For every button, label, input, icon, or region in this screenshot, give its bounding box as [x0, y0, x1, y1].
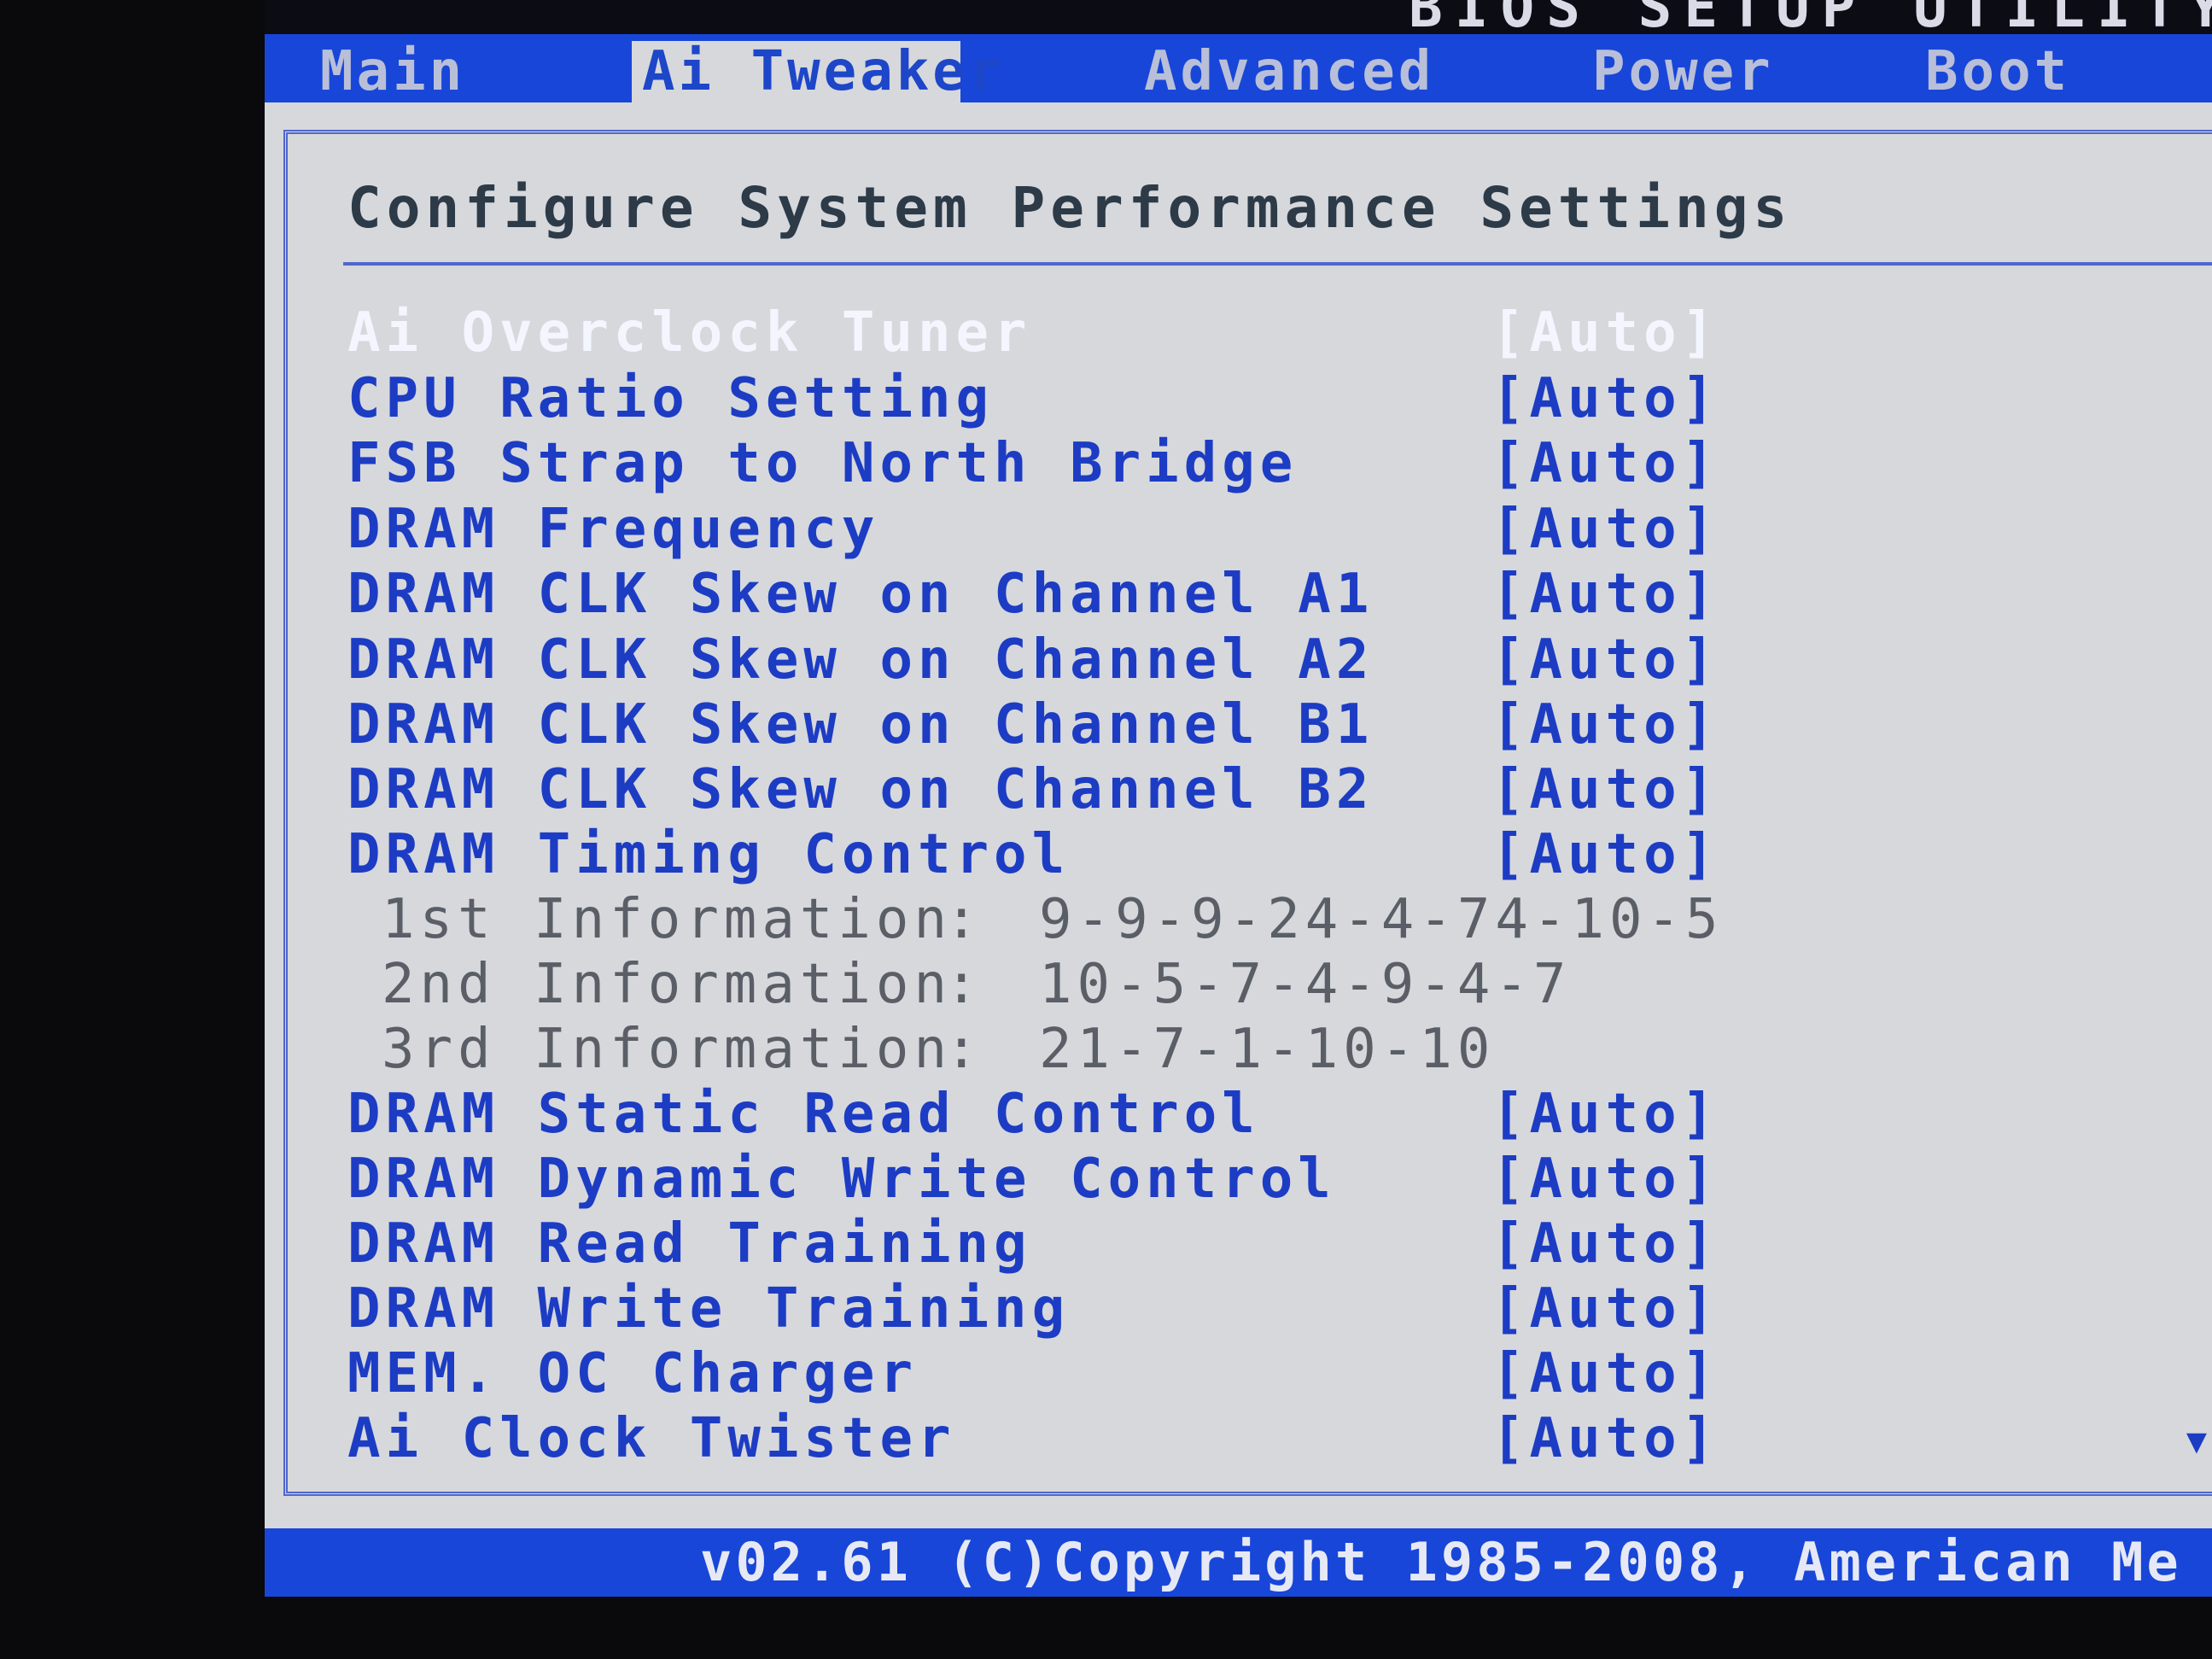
setting-dram-clk-skew-a1[interactable]: DRAM CLK Skew on Channel A1 [Auto]: [347, 562, 1790, 627]
setting-value[interactable]: [Auto]: [1491, 562, 1719, 627]
title-strip: BIOS SETUP UTILITY: [265, 0, 2212, 34]
tab-advanced[interactable]: Advanced: [1144, 41, 1434, 102]
setting-value[interactable]: [Auto]: [1491, 628, 1719, 692]
setting-dram-clk-skew-b2[interactable]: DRAM CLK Skew on Channel B2 [Auto]: [347, 757, 1790, 822]
timing-info-1st: 1st Information : 9-9-9-24-4-74-10-5: [382, 887, 1719, 952]
setting-label: DRAM Read Training: [347, 1212, 1032, 1276]
setting-dram-write-training[interactable]: DRAM Write Training [Auto]: [347, 1276, 1790, 1341]
setting-value[interactable]: [Auto]: [1491, 1341, 1719, 1406]
setting-dram-clk-skew-a2[interactable]: DRAM CLK Skew on Channel A2 [Auto]: [347, 628, 1790, 692]
setting-label: Ai Overclock Tuner: [347, 301, 1032, 365]
setting-fsb-strap[interactable]: FSB Strap to North Bridge [Auto]: [347, 431, 1790, 496]
title-divider: [343, 262, 2212, 266]
setting-value[interactable]: [Auto]: [1491, 1406, 1719, 1471]
setting-label: CPU Ratio Setting: [347, 367, 995, 430]
setting-value[interactable]: [Auto]: [1491, 692, 1719, 757]
setting-label: DRAM Write Training: [347, 1277, 1071, 1341]
info-label: 1st Information: [382, 888, 952, 951]
info-separator: :: [945, 1018, 983, 1081]
setting-label: DRAM Timing Control: [347, 823, 1071, 886]
setting-label: DRAM Dynamic Write Control: [347, 1148, 1336, 1211]
setting-dram-dynamic-write[interactable]: DRAM Dynamic Write Control [Auto]: [347, 1147, 1790, 1212]
info-value: 10-5-7-4-9-4-7: [1039, 953, 1572, 1016]
setting-value[interactable]: [Auto]: [1491, 301, 1719, 365]
setting-label: DRAM CLK Skew on Channel B2: [347, 758, 1374, 821]
setting-dram-timing-control[interactable]: DRAM Timing Control [Auto]: [347, 822, 1790, 887]
setting-value[interactable]: [Auto]: [1491, 366, 1719, 431]
info-label: 3rd Information: [382, 1018, 952, 1081]
setting-label: Ai Clock Twister: [347, 1407, 956, 1470]
setting-value[interactable]: [Auto]: [1491, 431, 1719, 496]
setting-dram-static-read[interactable]: DRAM Static Read Control [Auto]: [347, 1082, 1790, 1147]
setting-ai-clock-twister[interactable]: Ai Clock Twister [Auto]: [347, 1406, 1790, 1471]
menu-bar: Main Ai Tweaker Advanced Power Boot: [265, 34, 2212, 102]
setting-value[interactable]: [Auto]: [1491, 822, 1719, 887]
setting-value[interactable]: [Auto]: [1491, 1276, 1719, 1341]
setting-dram-clk-skew-b1[interactable]: DRAM CLK Skew on Channel B1 [Auto]: [347, 692, 1790, 757]
timing-info-3rd: 3rd Information : 21-7-1-10-10: [382, 1017, 1490, 1082]
tab-power[interactable]: Power: [1592, 41, 1774, 102]
copyright-text: v02.61 (C)Copyright 1985-2008, American …: [700, 1531, 2182, 1593]
setting-value[interactable]: [Auto]: [1491, 1147, 1719, 1212]
tab-main[interactable]: Main: [320, 41, 465, 102]
setting-ai-overclock-tuner[interactable]: Ai Overclock Tuner [Auto]: [347, 301, 1790, 365]
tab-ai-tweaker[interactable]: Ai Tweaker: [632, 41, 1001, 102]
info-value: 21-7-1-10-10: [1039, 1018, 1496, 1081]
info-separator: :: [945, 953, 983, 1016]
setting-label: MEM. OC Charger: [347, 1342, 918, 1405]
info-label: 2nd Information: [382, 953, 952, 1016]
setting-dram-read-training[interactable]: DRAM Read Training [Auto]: [347, 1212, 1790, 1276]
setting-label: DRAM CLK Skew on Channel A1: [347, 563, 1374, 626]
setting-value[interactable]: [Auto]: [1491, 1082, 1719, 1147]
setting-label: FSB Strap to North Bridge: [347, 432, 1299, 495]
bios-title: BIOS SETUP UTILITY: [1409, 0, 2212, 34]
tab-boot[interactable]: Boot: [1925, 41, 2070, 102]
setting-mem-oc-charger[interactable]: MEM. OC Charger [Auto]: [347, 1341, 1790, 1406]
setting-label: DRAM CLK Skew on Channel B1: [347, 693, 1374, 756]
setting-cpu-ratio[interactable]: CPU Ratio Setting [Auto]: [347, 366, 1790, 431]
info-value: 9-9-9-24-4-74-10-5: [1039, 888, 1724, 951]
bios-screen: BIOS SETUP UTILITY Main Ai Tweaker Advan…: [265, 0, 2212, 1597]
setting-label: DRAM CLK Skew on Channel A2: [347, 628, 1374, 692]
timing-info-2nd: 2nd Information : 10-5-7-4-9-4-7: [382, 952, 1566, 1017]
status-bar: v02.61 (C)Copyright 1985-2008, American …: [265, 1528, 2212, 1597]
info-separator: :: [945, 888, 983, 951]
setting-dram-frequency[interactable]: DRAM Frequency [Auto]: [347, 497, 1790, 562]
setting-value[interactable]: [Auto]: [1491, 497, 1719, 562]
setting-value[interactable]: [Auto]: [1491, 1212, 1719, 1276]
scroll-down-icon[interactable]: ▼: [2186, 1422, 2207, 1461]
settings-panel: Configure System Performance Settings Ai…: [283, 130, 2212, 1496]
setting-label: DRAM Static Read Control: [347, 1083, 1260, 1146]
setting-label: DRAM Frequency: [347, 498, 880, 561]
page-title: Configure System Performance Settings: [347, 175, 1793, 241]
setting-value[interactable]: [Auto]: [1491, 757, 1719, 822]
